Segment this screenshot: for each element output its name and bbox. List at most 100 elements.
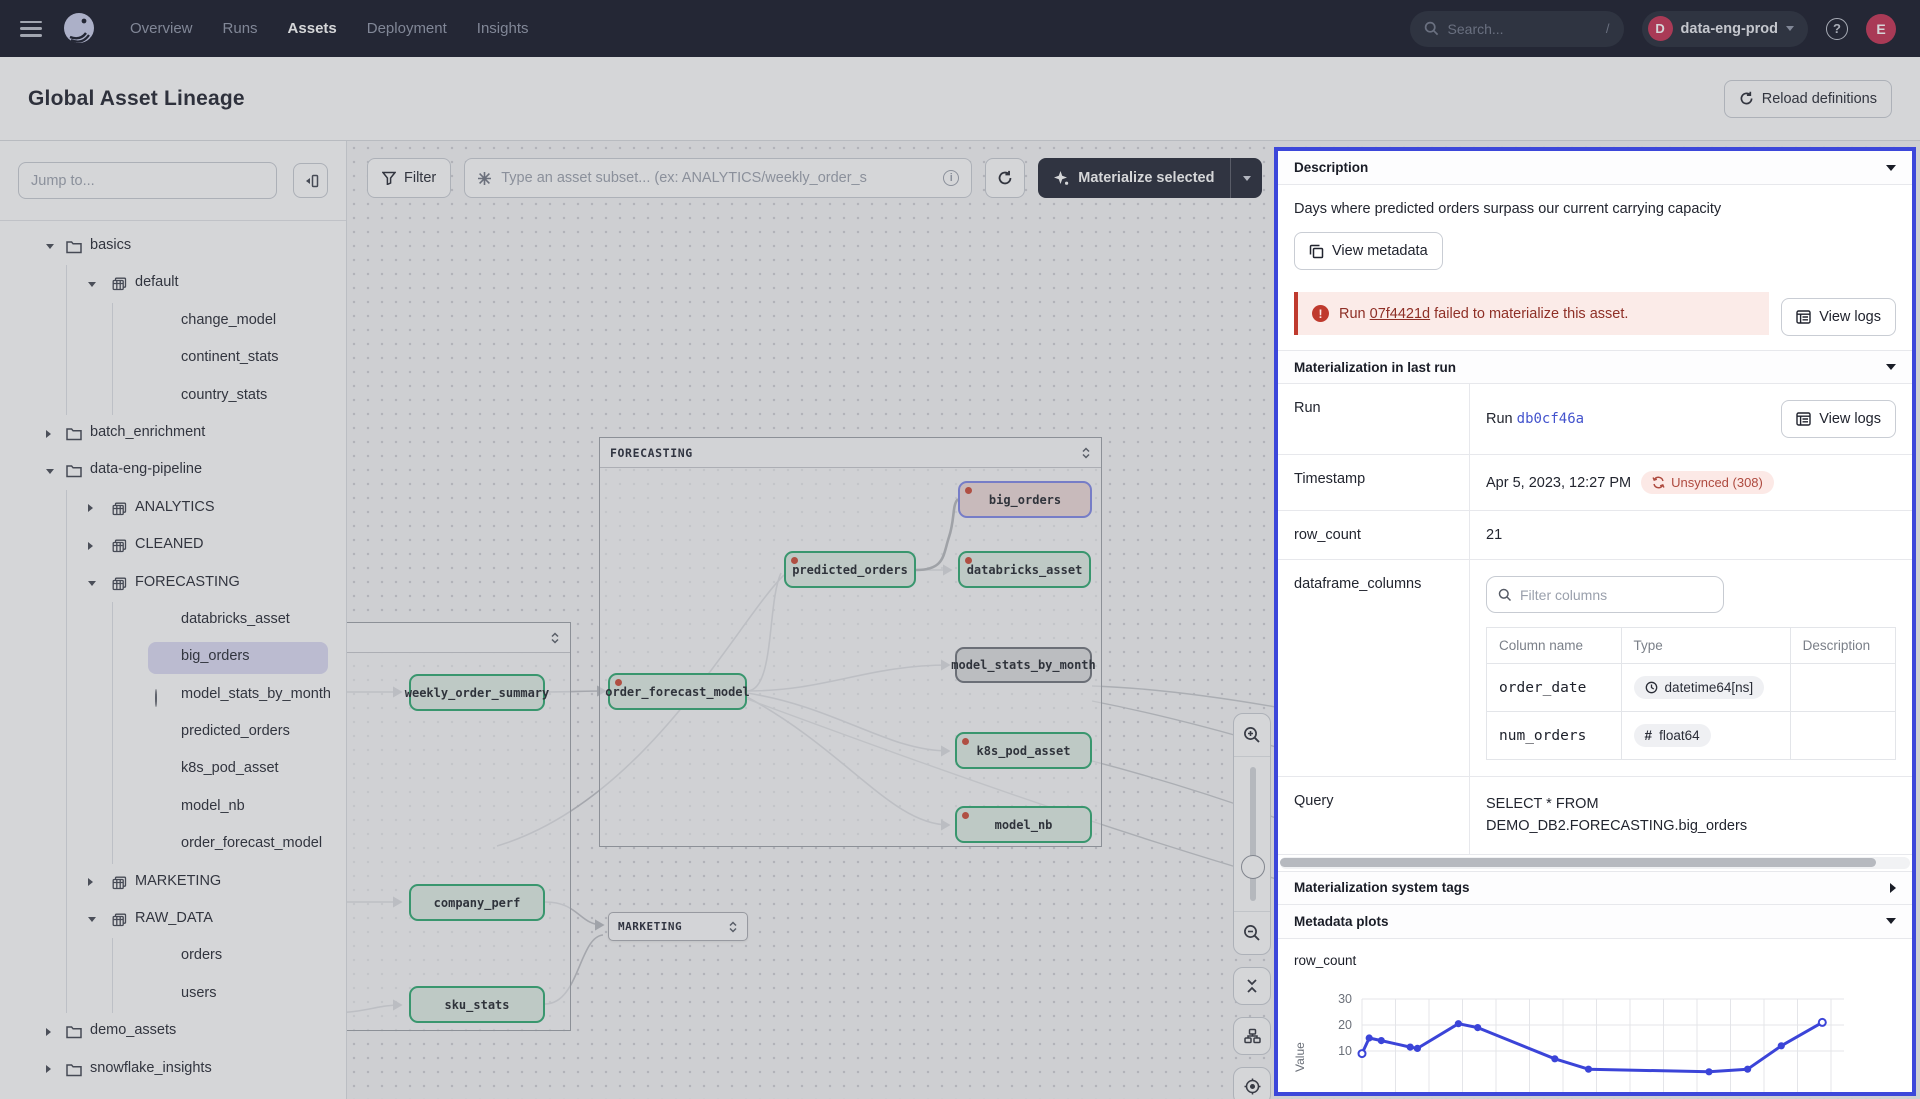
view-logs-button[interactable]: View logs [1781, 400, 1896, 438]
collapse-groups-button[interactable] [1233, 967, 1271, 1005]
tree-caret-icon[interactable] [46, 1065, 51, 1073]
graph-node-sku_stats[interactable]: sku_stats [409, 986, 545, 1023]
sidebar-item-order_forecast_model[interactable]: order_forecast_model [0, 826, 346, 863]
graph-node-k8s_pod_asset[interactable]: k8s_pod_asset [955, 732, 1092, 769]
user-avatar[interactable]: E [1866, 14, 1896, 44]
jump-to-input[interactable] [18, 162, 277, 199]
sidebar-item-orders[interactable]: orders [0, 938, 346, 975]
materialize-options-dropdown[interactable] [1230, 158, 1262, 198]
description-section-header[interactable]: Description [1278, 151, 1912, 185]
sidebar-item-data-eng-pipeline[interactable]: data-eng-pipeline [0, 452, 346, 489]
collapse-group-icon[interactable] [728, 921, 738, 933]
sidebar-item-model_nb[interactable]: model_nb [0, 789, 346, 826]
sidebar-item-predicted_orders[interactable]: predicted_orders [0, 714, 346, 751]
group-header[interactable]: FORECASTING [600, 438, 1101, 468]
graph-node-order_forecast_model[interactable]: order_forecast_model [608, 673, 747, 710]
menu-icon[interactable] [20, 21, 42, 37]
tree-caret-icon[interactable] [46, 1028, 51, 1036]
failed-dot-icon [791, 557, 798, 564]
graph-node-model_nb[interactable]: model_nb [955, 806, 1092, 843]
sidebar-item-users[interactable]: users [0, 976, 346, 1013]
column-type-pill: datetime64[ns] [1634, 676, 1765, 699]
sidebar-item-k8s_pod_asset[interactable]: k8s_pod_asset [0, 751, 346, 788]
sidebar-item-ANALYTICS[interactable]: ANALYTICS [0, 490, 346, 527]
sidebar-item-RAW_DATA[interactable]: RAW_DATA [0, 901, 346, 938]
graph-node-predicted_orders[interactable]: predicted_orders [784, 551, 916, 588]
workspace-switcher[interactable]: D data-eng-prod [1642, 11, 1808, 47]
sidebar-item-basics[interactable]: basics [0, 228, 346, 265]
asset-status-dot [155, 689, 157, 707]
tree-caret-icon[interactable] [46, 430, 51, 438]
tree-caret-icon[interactable] [88, 282, 96, 287]
sidebar-item-big_orders[interactable]: big_orders [0, 639, 346, 676]
failed-run-link[interactable]: 07f4421d [1370, 306, 1430, 322]
nav-item-runs[interactable]: Runs [223, 20, 258, 37]
sidebar-item-demo_assets[interactable]: demo_assets [0, 1013, 346, 1050]
recenter-button[interactable] [1233, 1067, 1271, 1099]
zoom-out-button[interactable] [1234, 912, 1270, 954]
run-value[interactable]: Run db0cf46a [1486, 411, 1584, 427]
collapse-group-icon[interactable] [1081, 447, 1091, 459]
refresh-icon [1739, 91, 1754, 106]
sidebar-item-batch_enrichment[interactable]: batch_enrichment [0, 415, 346, 452]
unsynced-badge[interactable]: Unsynced (308) [1641, 471, 1774, 494]
search-icon [1498, 588, 1512, 602]
sidebar-item-label: change_model [181, 312, 276, 328]
tree-caret-icon[interactable] [46, 469, 54, 474]
horizontal-scrollbar[interactable] [1280, 857, 1910, 869]
nav-item-assets[interactable]: Assets [288, 20, 337, 37]
group-header[interactable] [347, 623, 570, 653]
run-id-link[interactable]: db0cf46a [1517, 411, 1584, 427]
sidebar-item-continent_stats[interactable]: continent_stats [0, 340, 346, 377]
collapse-group-icon[interactable] [550, 632, 560, 644]
view-logs-button[interactable]: View logs [1781, 298, 1896, 336]
search-input[interactable]: Search... / [1410, 11, 1624, 47]
tree-caret-icon[interactable] [88, 878, 93, 886]
nav-item-overview[interactable]: Overview [130, 20, 193, 37]
zoom-in-button[interactable] [1234, 714, 1270, 756]
sidebar-item-change_model[interactable]: change_model [0, 303, 346, 340]
graph-node-big_orders[interactable]: big_orders [958, 481, 1092, 518]
query-value: SELECT * FROM DEMO_DB2.FORECASTING.big_o… [1486, 793, 1786, 838]
sidebar-item-databricks_asset[interactable]: databricks_asset [0, 602, 346, 639]
sidebar-item-CLEANED[interactable]: CLEANED [0, 527, 346, 564]
view-metadata-button[interactable]: View metadata [1294, 232, 1443, 270]
refresh-icon [997, 170, 1013, 186]
filter-columns-input[interactable]: Filter columns [1486, 576, 1724, 613]
zoom-slider[interactable] [1234, 756, 1270, 912]
asset-subset-input[interactable]: Type an asset subset... (ex: ANALYTICS/w… [464, 158, 972, 198]
graph-node-model_stats_by_month[interactable]: model_stats_by_month [955, 647, 1092, 683]
dagster-logo-icon[interactable] [60, 10, 98, 48]
materialize-selected-button[interactable]: Materialize selected [1038, 158, 1262, 198]
nav-item-deployment[interactable]: Deployment [367, 20, 447, 37]
metadata-plots-section-header[interactable]: Metadata plots [1278, 905, 1912, 939]
layout-tree-button[interactable] [1233, 1017, 1271, 1055]
sidebar-item-model_stats_by_month[interactable]: model_stats_by_month [0, 677, 346, 714]
nav-item-insights[interactable]: Insights [477, 20, 529, 37]
graph-node-weekly_order_summary[interactable]: weekly_order_summary [409, 674, 545, 711]
failed-dot-icon [962, 738, 969, 745]
reload-definitions-button[interactable]: Reload definitions [1724, 80, 1892, 118]
sidebar-item-default[interactable]: default [0, 265, 346, 302]
tree-caret-icon[interactable] [88, 542, 93, 550]
sidebar-item-MARKETING[interactable]: MARKETING [0, 864, 346, 901]
tree-caret-icon[interactable] [88, 917, 96, 922]
tree-caret-icon[interactable] [46, 244, 54, 249]
folder-icon [66, 427, 82, 441]
graph-node-company_perf[interactable]: company_perf [409, 884, 545, 921]
scrollbar-thumb[interactable] [1280, 858, 1876, 867]
filter-button[interactable]: Filter [367, 158, 451, 198]
sidebar-item-FORECASTING[interactable]: FORECASTING [0, 565, 346, 602]
collapsed-group-MARKETING[interactable]: MARKETING [608, 912, 748, 941]
refresh-graph-button[interactable] [985, 158, 1025, 198]
graph-node-databricks_asset[interactable]: databricks_asset [958, 551, 1091, 588]
sidebar-item-snowflake_insights[interactable]: snowflake_insights [0, 1051, 346, 1088]
sidebar-item-country_stats[interactable]: country_stats [0, 378, 346, 415]
help-icon[interactable]: ? [1826, 18, 1848, 40]
collapse-sidebar-button[interactable] [293, 163, 328, 198]
tree-caret-icon[interactable] [88, 504, 93, 512]
last-run-section-header[interactable]: Materialization in last run [1278, 350, 1912, 384]
zoom-slider-handle[interactable] [1241, 855, 1265, 879]
tree-caret-icon[interactable] [88, 581, 96, 586]
system-tags-section-header[interactable]: Materialization system tags [1278, 871, 1912, 905]
